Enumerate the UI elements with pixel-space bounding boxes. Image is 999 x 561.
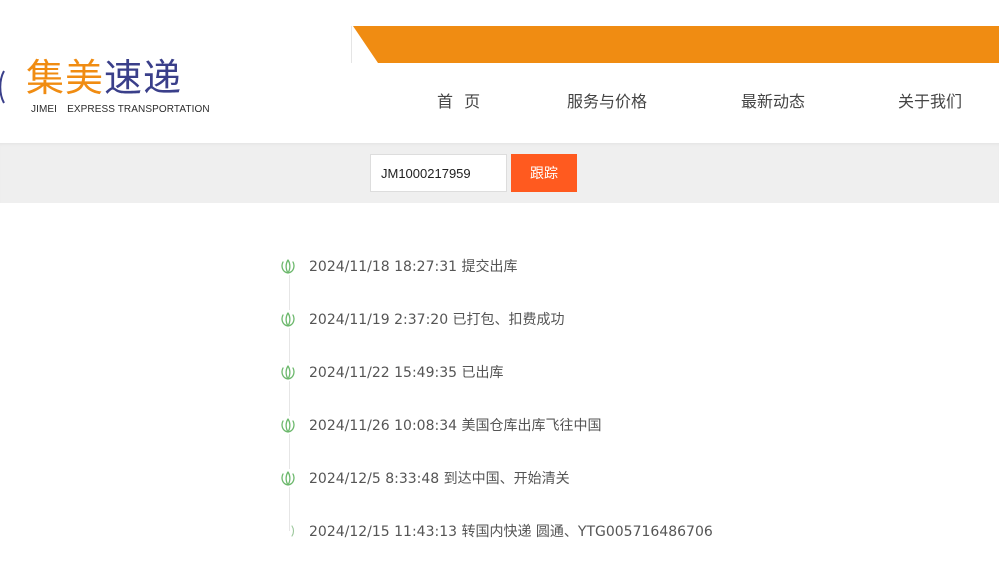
sprout-icon bbox=[291, 525, 295, 537]
timeline-item: 2024/12/15 11:43:13 转国内快递 圆通、YTG00571648… bbox=[279, 520, 879, 544]
tracking-number-input[interactable] bbox=[370, 154, 507, 192]
timeline-event-text: 2024/11/26 10:08:34 美国仓库出库飞往中国 bbox=[309, 418, 602, 434]
nav-item-latest-news[interactable]: 最新动态 bbox=[741, 89, 805, 115]
sprout-icon bbox=[279, 416, 297, 434]
timeline-item: 2024/11/26 10:08:34 美国仓库出库飞往中国 bbox=[279, 414, 879, 438]
sprout-icon bbox=[279, 469, 297, 487]
timeline-event-text: 2024/12/15 11:43:13 转国内快递 圆通、YTG00571648… bbox=[309, 524, 713, 540]
timeline-item: 2024/11/18 18:27:31 提交出库 bbox=[279, 255, 879, 279]
site-header: 集美速递 JIMEI EXPRESS TRANSPORTATION 首 页 服务与… bbox=[0, 0, 999, 143]
track-button[interactable]: 跟踪 bbox=[511, 154, 577, 192]
header-accent-bar bbox=[353, 26, 999, 63]
timeline-item: 2024/12/5 8:33:48 到达中国、开始清关 bbox=[279, 467, 879, 491]
main-nav: 首 页 服务与价格 最新动态 关于我们 bbox=[0, 89, 999, 117]
header-divider bbox=[351, 26, 352, 63]
sprout-icon bbox=[279, 363, 297, 381]
timeline-event-text: 2024/11/19 2:37:20 已打包、扣费成功 bbox=[309, 312, 565, 328]
timeline-item: 2024/11/22 15:49:35 已出库 bbox=[279, 361, 879, 385]
nav-item-home[interactable]: 首 页 bbox=[437, 89, 483, 115]
timeline-item: 2024/11/19 2:37:20 已打包、扣费成功 bbox=[279, 308, 879, 332]
timeline-event-text: 2024/11/18 18:27:31 提交出库 bbox=[309, 259, 518, 275]
nav-item-about-us[interactable]: 关于我们 bbox=[898, 89, 962, 115]
sprout-icon bbox=[279, 257, 297, 275]
tracking-search-bar: 跟踪 bbox=[0, 143, 999, 203]
nav-item-services-pricing[interactable]: 服务与价格 bbox=[567, 89, 647, 115]
sprout-icon bbox=[279, 310, 297, 328]
tracking-timeline: 2024/11/18 18:27:31 提交出库 2024/11/19 2:37… bbox=[0, 203, 999, 561]
timeline-event-text: 2024/12/5 8:33:48 到达中国、开始清关 bbox=[309, 471, 570, 487]
timeline-event-text: 2024/11/22 15:49:35 已出库 bbox=[309, 365, 504, 381]
